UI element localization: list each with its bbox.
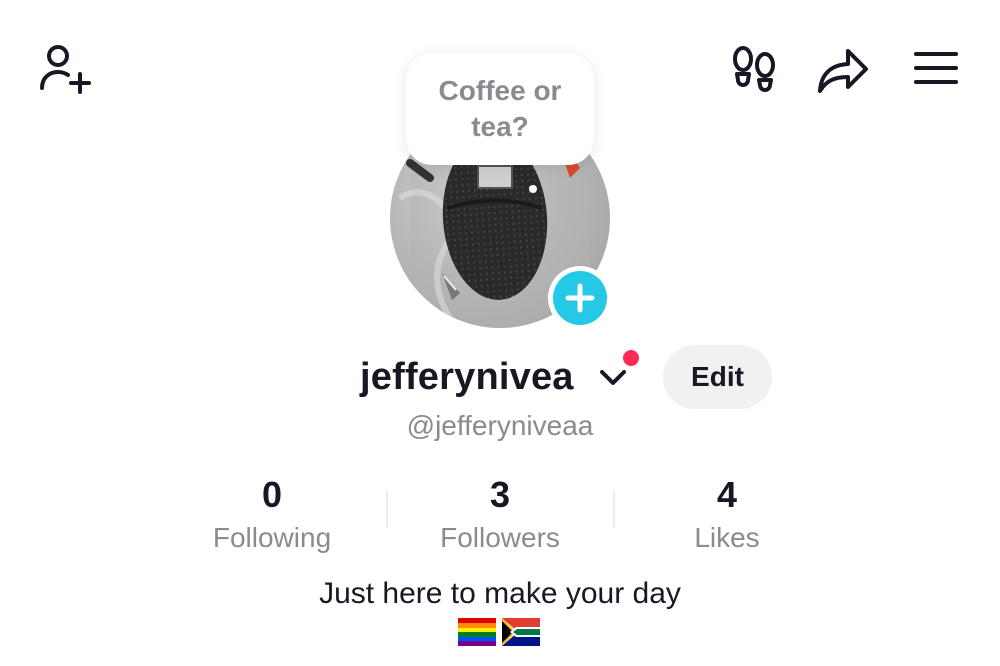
stat-following-label: Following <box>212 522 332 553</box>
chevron-down-icon[interactable] <box>598 366 628 390</box>
stat-followers-count: 3 <box>489 474 511 515</box>
hamburger-menu-icon <box>914 52 958 84</box>
stat-followers[interactable]: 3 Followers <box>400 472 600 556</box>
stat-following-count: 0 <box>261 474 283 515</box>
edit-profile-button[interactable]: Edit <box>663 345 772 409</box>
footprints-icon <box>733 46 775 92</box>
stat-likes-label: Likes <box>694 522 760 553</box>
stat-divider <box>386 490 388 528</box>
add-story-button[interactable] <box>548 266 612 330</box>
username-switcher[interactable]: jefferynivea <box>360 352 574 402</box>
menu-button[interactable] <box>904 36 968 100</box>
bio-emojis <box>458 618 540 646</box>
stat-following[interactable]: 0 Following <box>172 472 372 556</box>
south-africa-flag-icon <box>502 618 540 646</box>
plus-icon <box>565 283 595 313</box>
notification-dot <box>621 348 641 368</box>
stat-likes-count: 4 <box>716 474 738 515</box>
stat-likes[interactable]: 4 Likes <box>627 472 827 556</box>
person-plus-icon <box>40 45 91 94</box>
profile-bio: Just here to make your day <box>319 577 681 610</box>
profile-note-bubble[interactable]: Coffee or tea? <box>406 53 594 165</box>
add-friend-button[interactable] <box>32 36 96 100</box>
share-arrow-icon <box>818 49 868 93</box>
user-handle: @jefferyniveaa <box>406 410 594 441</box>
stat-followers-label: Followers <box>440 522 560 553</box>
profile-note-text: Coffee or tea? <box>438 75 562 142</box>
share-profile-button[interactable] <box>812 38 876 102</box>
rainbow-flag-icon <box>458 618 496 646</box>
stat-divider <box>613 490 615 528</box>
profile-views-button[interactable] <box>722 36 786 100</box>
add-story-circle <box>553 271 607 325</box>
